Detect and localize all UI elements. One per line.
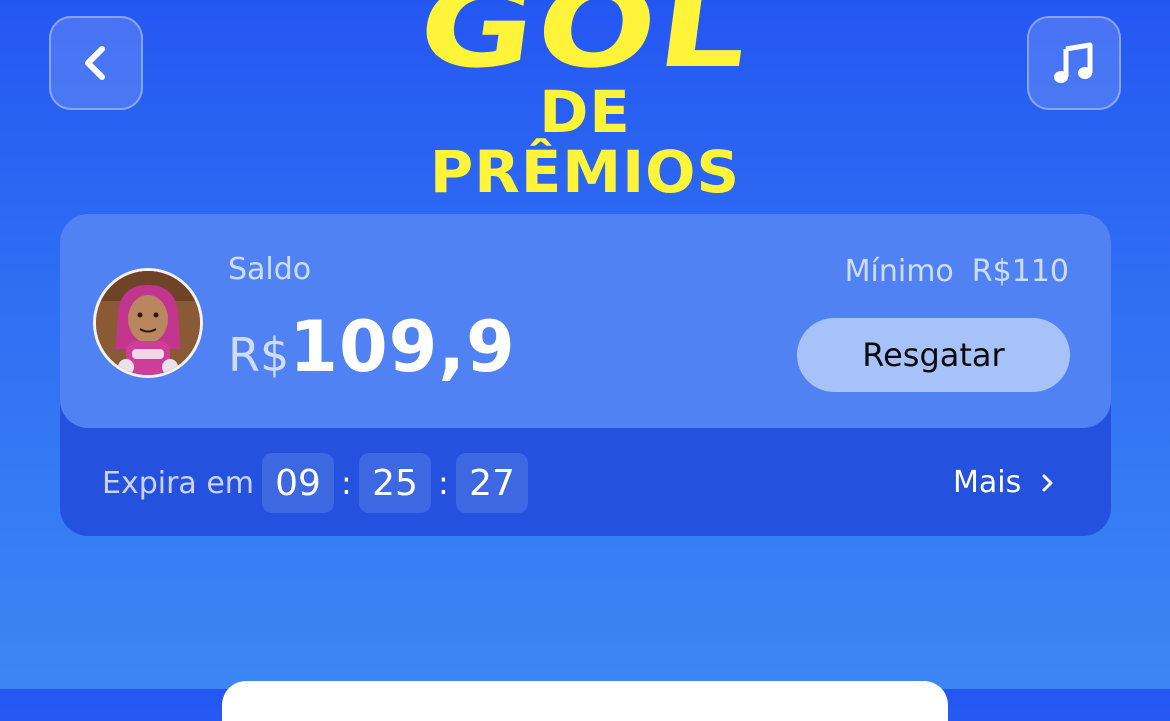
avatar-image	[96, 271, 200, 375]
expira-label: Expira em	[102, 466, 255, 501]
timer-minutes: 25	[359, 453, 431, 513]
app-logo: GOL DE PRÊMIOS	[400, 0, 770, 202]
chevron-right-icon	[1042, 474, 1053, 491]
minimum-value: R$110	[971, 254, 1069, 289]
balance-value: R$109,9	[228, 306, 516, 388]
back-button[interactable]	[49, 16, 143, 110]
balance-card: Saldo R$109,9 Mínimo R$110 Resgatar Expir…	[60, 214, 1111, 536]
balance-currency: R$	[228, 328, 290, 382]
timer-separator: :	[438, 464, 449, 502]
timer-seconds: 27	[456, 453, 528, 513]
logo-subtitle: DE PRÊMIOS	[429, 78, 741, 206]
mais-label: Mais	[953, 465, 1022, 500]
music-note-icon	[1054, 42, 1093, 83]
logo-title: GOL	[411, 0, 759, 93]
resgatar-button[interactable]: Resgatar	[797, 318, 1070, 392]
bottom-panel-edge	[222, 681, 948, 721]
timer-separator: :	[341, 464, 352, 502]
balance-amount: 109,9	[289, 306, 516, 388]
balance-card-top: Saldo R$109,9 Mínimo R$110 Resgatar	[60, 214, 1111, 428]
chevron-left-icon	[85, 46, 105, 80]
timer-hours: 09	[262, 453, 334, 513]
minimum-label: Mínimo	[844, 254, 954, 289]
saldo-label: Saldo	[228, 252, 312, 287]
music-button[interactable]	[1027, 16, 1121, 110]
minimum-info: Mínimo R$110	[845, 254, 1069, 289]
avatar	[93, 268, 203, 378]
mais-link[interactable]: Mais	[953, 465, 1061, 500]
